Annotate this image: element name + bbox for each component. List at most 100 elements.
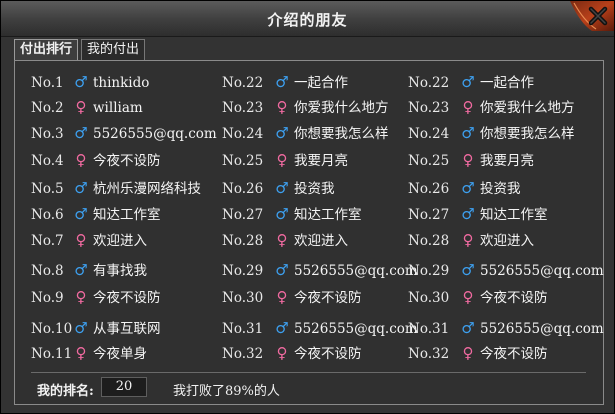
rank-number: No.11 <box>31 346 73 362</box>
male-icon: ♂ <box>74 179 88 197</box>
ranking-entry[interactable]: No.25 ♀ 我要月亮 <box>222 150 348 170</box>
ranking-entry[interactable]: No.28 ♀ 欢迎进入 <box>222 230 348 250</box>
ranking-entry[interactable]: No.27 ♂ 知达工作室 <box>408 204 548 224</box>
friend-name: 今夜不设防 <box>294 346 362 362</box>
female-icon: ♀ <box>75 231 87 249</box>
friends-window: 介绍的朋友 付出排行 我的付出 No.1♂thinkidoNo.2♀w <box>0 0 615 414</box>
tab-my-payout[interactable]: 我的付出 <box>81 39 146 60</box>
my-rank-label: 我的排名: <box>37 384 94 399</box>
ranking-entry[interactable]: No.31 ♂ 5526555@qq.com <box>408 318 604 338</box>
ranking-entry[interactable]: No.22 ♂ 一起合作 <box>222 72 348 92</box>
rank-number: No.7 <box>31 233 64 249</box>
male-icon: ♂ <box>74 205 88 223</box>
female-icon: ♀ <box>75 98 87 116</box>
ranking-entry[interactable]: No.32 ♀ 今夜不设防 <box>408 343 548 363</box>
title-bar: 介绍的朋友 <box>1 1 614 37</box>
friend-name: william <box>93 100 143 116</box>
ranking-entry[interactable]: No.22 ♂ 一起合作 <box>408 72 534 92</box>
ranking-entry[interactable]: No.5 ♂ 杭州乐漫网络科技 <box>31 178 201 198</box>
rank-number: No.29 <box>222 263 264 279</box>
rank-number: No.24 <box>222 126 264 142</box>
rank-number: No.28 <box>222 233 264 249</box>
ranking-entry[interactable]: No.23 ♀ 你爱我什么地方 <box>222 97 389 117</box>
friend-name: 知达工作室 <box>93 207 161 223</box>
friend-name: 我要月亮 <box>294 153 348 169</box>
ranking-entry[interactable]: No.25 ♀ 我要月亮 <box>408 150 534 170</box>
ranking-entry[interactable]: No.30 ♀ 今夜不设防 <box>222 287 362 307</box>
rank-number: No.26 <box>222 181 264 197</box>
ranking-entry[interactable]: No.26 ♂ 投资我 <box>408 178 521 198</box>
male-icon: ♂ <box>74 261 88 279</box>
ranking-entry[interactable]: No.28 ♀ 欢迎进入 <box>408 230 534 250</box>
tab-payout-ranking[interactable]: 付出排行 <box>14 39 79 60</box>
ranking-entry[interactable]: No.6 ♂ 知达工作室 <box>31 204 161 224</box>
ranking-entry[interactable]: No.23 ♀ 你爱我什么地方 <box>408 97 575 117</box>
rank-number: No.1 <box>31 75 64 91</box>
ranking-entry[interactable]: No.31 ♂ 5526555@qq.com <box>222 318 418 338</box>
ranking-entry[interactable]: No.9 ♀ 今夜不设防 <box>31 287 161 307</box>
rank-number: No.27 <box>408 207 450 223</box>
friend-name: 欢迎进入 <box>480 233 534 249</box>
ranking-entry[interactable]: No.32 ♀ 今夜不设防 <box>222 343 362 363</box>
male-icon: ♂ <box>74 73 88 91</box>
friend-name: 杭州乐漫网络科技 <box>93 181 201 197</box>
footer-divider <box>31 372 586 373</box>
male-icon: ♂ <box>275 319 289 337</box>
ranking-entry[interactable]: No.10 ♂ 从事互联网 <box>31 318 161 338</box>
male-icon: ♂ <box>461 73 475 91</box>
female-icon: ♀ <box>462 98 474 116</box>
ranking-entry[interactable]: No.4 ♀ 今夜不设防 <box>31 150 161 170</box>
close-icon <box>570 1 614 31</box>
friend-name: 5526555@qq.com <box>480 321 604 337</box>
friend-name: 知达工作室 <box>294 207 362 223</box>
my-rank-value: 20 <box>101 377 147 397</box>
rank-number: No.5 <box>31 181 64 197</box>
rank-number: No.8 <box>31 263 64 279</box>
female-icon: ♀ <box>462 151 474 169</box>
close-button[interactable] <box>566 1 614 31</box>
rank-number: No.24 <box>408 126 450 142</box>
friend-name: 有事找我 <box>93 263 147 279</box>
ranking-grid: No.1 ♂ thinkido No.2 ♀ william No.3 ♂ 5526555@qq… <box>15 61 604 363</box>
male-icon: ♂ <box>275 124 289 142</box>
ranking-entry[interactable]: No.24 ♂ 你想要我怎么样 <box>408 123 575 143</box>
ranking-entry[interactable]: No.3 ♂ 5526555@qq.com <box>31 123 217 143</box>
ranking-entry[interactable]: No.30 ♀ 今夜不设防 <box>408 287 548 307</box>
friend-name: 5526555@qq.com <box>480 263 604 279</box>
friend-name: 今夜不设防 <box>93 153 161 169</box>
ranking-entry[interactable]: No.1 ♂ thinkido <box>31 72 149 92</box>
male-icon: ♂ <box>461 124 475 142</box>
friend-name: 欢迎进入 <box>294 233 348 249</box>
ranking-entry[interactable]: No.24 ♂ 你想要我怎么样 <box>222 123 389 143</box>
ranking-entry[interactable]: No.2 ♀ william <box>31 97 143 117</box>
friend-name: 一起合作 <box>294 75 348 91</box>
rank-number: No.32 <box>222 346 264 362</box>
friend-name: thinkido <box>93 75 150 91</box>
male-icon: ♂ <box>275 205 289 223</box>
rank-number: No.23 <box>408 100 450 116</box>
ranking-entry[interactable]: No.29 ♂ 5526555@qq.com <box>408 260 604 280</box>
ranking-entry[interactable]: No.27 ♂ 知达工作室 <box>222 204 362 224</box>
ranking-entry[interactable]: No.29 ♂ 5526555@qq.com <box>222 260 418 280</box>
female-icon: ♀ <box>276 344 288 362</box>
rank-number: No.31 <box>222 321 264 337</box>
ranking-entry[interactable]: No.7 ♀ 欢迎进入 <box>31 230 147 250</box>
rank-number: No.23 <box>222 100 264 116</box>
female-icon: ♀ <box>462 231 474 249</box>
friend-name: 知达工作室 <box>480 207 548 223</box>
rank-number: No.25 <box>408 153 450 169</box>
ranking-entry[interactable]: No.11 ♀ 今夜单身 <box>31 343 147 363</box>
rank-number: No.30 <box>408 290 450 306</box>
friend-name: 我要月亮 <box>480 153 534 169</box>
friend-name: 5526555@qq.com <box>93 126 217 142</box>
male-icon: ♂ <box>461 179 475 197</box>
ranking-entry[interactable]: No.26 ♂ 投资我 <box>222 178 335 198</box>
ranking-entry[interactable]: No.8 ♂ 有事找我 <box>31 260 147 280</box>
female-icon: ♀ <box>75 288 87 306</box>
female-icon: ♀ <box>276 98 288 116</box>
friend-name: 你想要我怎么样 <box>294 126 389 142</box>
male-icon: ♂ <box>275 261 289 279</box>
male-icon: ♂ <box>74 319 88 337</box>
ranking-panel: No.1 ♂ thinkido No.2 ♀ william No.3 ♂ 5526555@qq… <box>14 60 604 405</box>
friend-name: 今夜不设防 <box>294 290 362 306</box>
